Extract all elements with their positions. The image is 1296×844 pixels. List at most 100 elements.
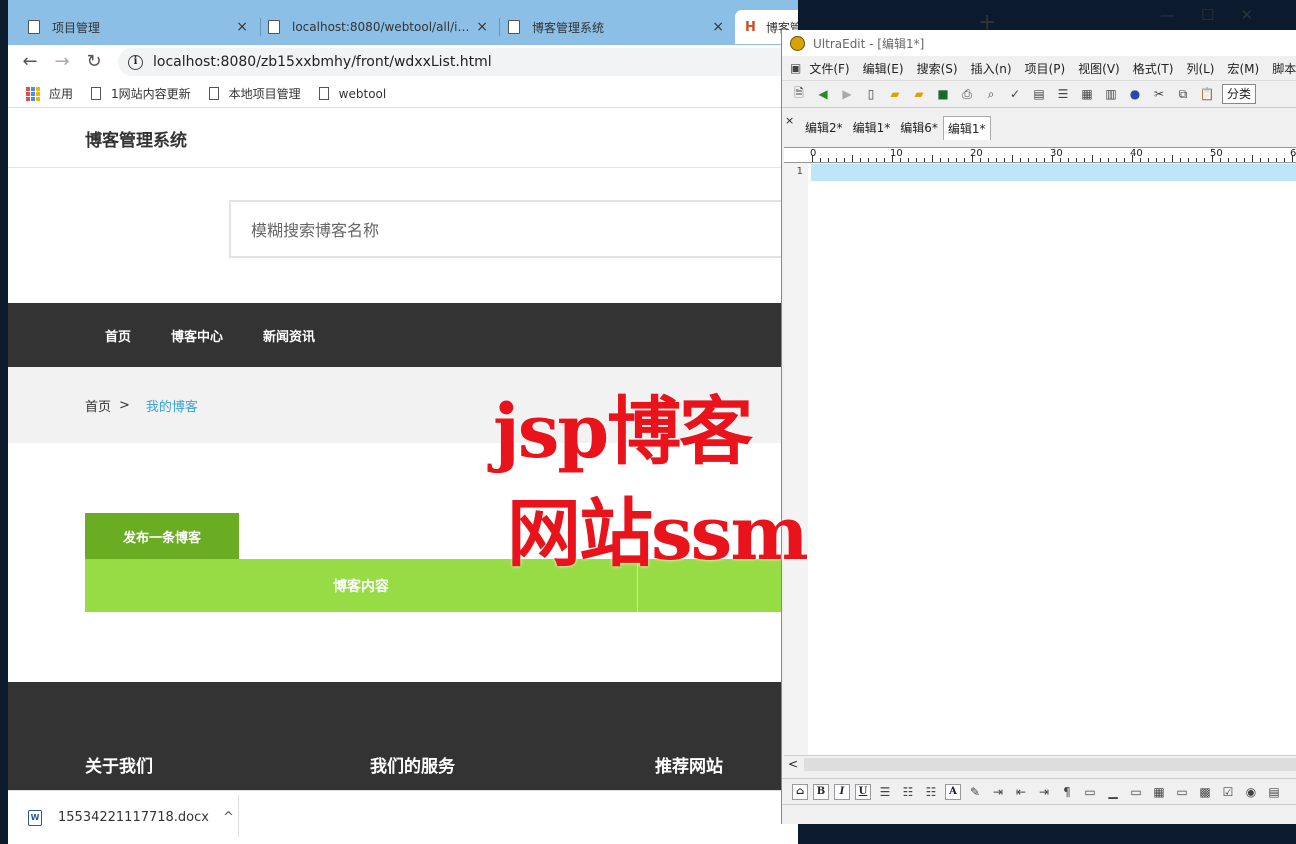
ue-menubar: ▣ 文件(F) 编辑(E) 搜索(S) 插入(n) 项目(P) 视图(V) 格式… [782,56,1296,80]
frame-icon[interactable]: ▭ [1081,783,1099,801]
search-placeholder: 模糊搜索博客名称 [251,221,380,240]
arrow-right-icon[interactable]: → [46,51,78,72]
minimize-icon[interactable]: — [1160,6,1175,24]
font-icon[interactable]: A [945,783,961,800]
forward-icon[interactable]: ▶ [838,85,856,103]
ruler-tick [1284,158,1285,162]
underline-button[interactable]: U [855,783,871,800]
bookmark-apps[interactable]: 应用 [26,85,73,102]
open-recent-icon[interactable]: ▰ [910,85,928,103]
bookmark-content-update[interactable]: 1网站内容更新 [91,85,191,102]
ue-menu-project[interactable]: 项目(P) [1025,60,1066,77]
close-window-icon[interactable]: ✕ [1240,6,1253,24]
hex-icon[interactable]: ▦ [1078,85,1096,103]
browser-icon[interactable]: ● [1126,85,1144,103]
ue-menu-format[interactable]: 格式(T) [1133,60,1174,77]
form-icon[interactable]: ▭ [1173,783,1191,801]
ue-menu-column[interactable]: 列(L) [1186,60,1214,77]
numbered-list-icon[interactable]: ☷ [922,783,940,801]
ue-tab[interactable]: 编辑1* [848,115,896,140]
table-icon[interactable]: ▦ [1150,783,1168,801]
label-icon[interactable]: ▭ [1127,783,1145,801]
tab-strip: 项目管理 × localhost:8080/webtool/all/ind × … [8,0,798,45]
ue-tab-active[interactable]: 编辑1* [942,116,991,140]
ruler-tick [932,155,933,162]
html-tag-icon[interactable]: ⌂ [792,783,808,800]
arrow-left-icon[interactable]: ← [14,51,46,72]
info-icon[interactable]: i [128,54,143,70]
close-icon[interactable]: × [236,19,248,35]
ue-menu-file[interactable]: 文件(F) [809,60,849,77]
paste-icon[interactable]: 📋 [1198,85,1216,103]
ue-menu-script[interactable]: 脚本( [1272,60,1296,77]
ue-menu-insert[interactable]: 插入(n) [971,60,1012,77]
bookmark-label: 应用 [49,87,74,101]
bookmark-webtool[interactable]: webtool [318,87,386,101]
bookmark-local-projects[interactable]: 本地项目管理 [208,85,301,102]
cut-icon[interactable]: ✂ [1150,85,1168,103]
page-setup-icon[interactable]: ▤ [1030,85,1048,103]
breadcrumb-current[interactable]: 我的博客 [146,396,198,415]
ue-tab[interactable]: 编辑2* [800,115,848,140]
tab-webtool[interactable]: localhost:8080/webtool/all/ind × [258,10,498,44]
copy-icon[interactable]: ⧉ [1174,85,1192,103]
button-icon[interactable]: ▤ [1265,783,1283,801]
back-icon[interactable]: ◀ [814,85,832,103]
reload-icon[interactable]: ↻ [78,51,110,72]
ue-menu-search[interactable]: 搜索(S) [917,60,958,77]
wrap-icon[interactable]: ☰ [1054,85,1072,103]
search-input[interactable]: 模糊搜索博客名称 [229,200,798,258]
outdent-icon[interactable]: ⇤ [1012,783,1030,801]
ue-tab[interactable]: 编辑6* [895,115,943,140]
address-bar[interactable]: i localhost:8080/zb15xxbmhy/front/wdxxLi… [118,48,798,76]
save-icon[interactable]: ■ [934,85,952,103]
open-folder-icon[interactable]: ▰ [886,85,904,103]
tab-blog-system[interactable]: 博客管理系统 × [498,10,734,44]
ruler-tick [1020,158,1021,162]
nav-blog-center[interactable]: 博客中心 [171,326,223,345]
ue-menu-macro[interactable]: 宏(M) [1228,60,1260,77]
maximize-icon[interactable]: ☐ [1201,6,1214,24]
ruler-tick [1164,158,1165,162]
italic-button[interactable]: I [834,783,850,800]
spellcheck-icon[interactable]: ✓ [1006,85,1024,103]
scroll-track[interactable] [804,758,1296,771]
new-document-icon[interactable]: 🗎 [790,85,808,103]
publish-blog-button[interactable]: 发布一条博客 [85,513,239,559]
horizontal-scrollbar[interactable]: < [784,755,1296,773]
nav-home[interactable]: 首页 [105,326,131,345]
ruler-tick [948,158,949,162]
scroll-left-icon[interactable]: < [788,757,798,771]
breadcrumb-home[interactable]: 首页 [85,396,111,415]
radio-icon[interactable]: ◉ [1242,783,1260,801]
paragraph-icon[interactable]: ¶ [1058,783,1076,801]
close-icon[interactable]: × [712,19,724,35]
print-icon[interactable]: ⎙ [958,85,976,103]
print-preview-icon[interactable]: ⌕ [982,85,1000,103]
checkbox-icon[interactable]: ☑ [1219,783,1237,801]
list-icon[interactable]: ▥ [1102,85,1120,103]
site-title[interactable]: 博客管理系统 [85,126,187,151]
editor-area[interactable]: 1 [784,164,1296,755]
ue-menu-view[interactable]: 视图(V) [1078,60,1120,77]
image-icon[interactable]: ▩ [1196,783,1214,801]
line-number: 1 [796,166,803,177]
bullet-list-icon[interactable]: ☷ [899,783,917,801]
chevron-up-icon[interactable]: ^ [223,810,234,825]
ultraedit-window: UltraEdit - [编辑1*] ▣ 文件(F) 编辑(E) 搜索(S) 插… [781,30,1296,824]
rule-icon[interactable]: ▁ [1104,783,1122,801]
bold-button[interactable]: B [813,783,829,800]
ruler-tick [868,158,869,162]
indent-icon[interactable]: ⇥ [989,783,1007,801]
align-icon[interactable]: ☰ [876,783,894,801]
category-select[interactable]: 分类 [1222,84,1257,104]
tab-project-management[interactable]: 项目管理 × [18,10,258,44]
new-file-icon[interactable]: ▯ [862,85,880,103]
heading-icon[interactable]: ⇥ [1035,783,1053,801]
nav-news[interactable]: 新闻资讯 [263,326,315,345]
download-filename[interactable]: 15534221117718.docx [58,810,209,825]
ruler-tick [1044,158,1045,162]
edit-icon[interactable]: ✎ [966,783,984,801]
close-icon[interactable]: × [476,19,488,35]
ue-menu-edit[interactable]: 编辑(E) [863,60,904,77]
